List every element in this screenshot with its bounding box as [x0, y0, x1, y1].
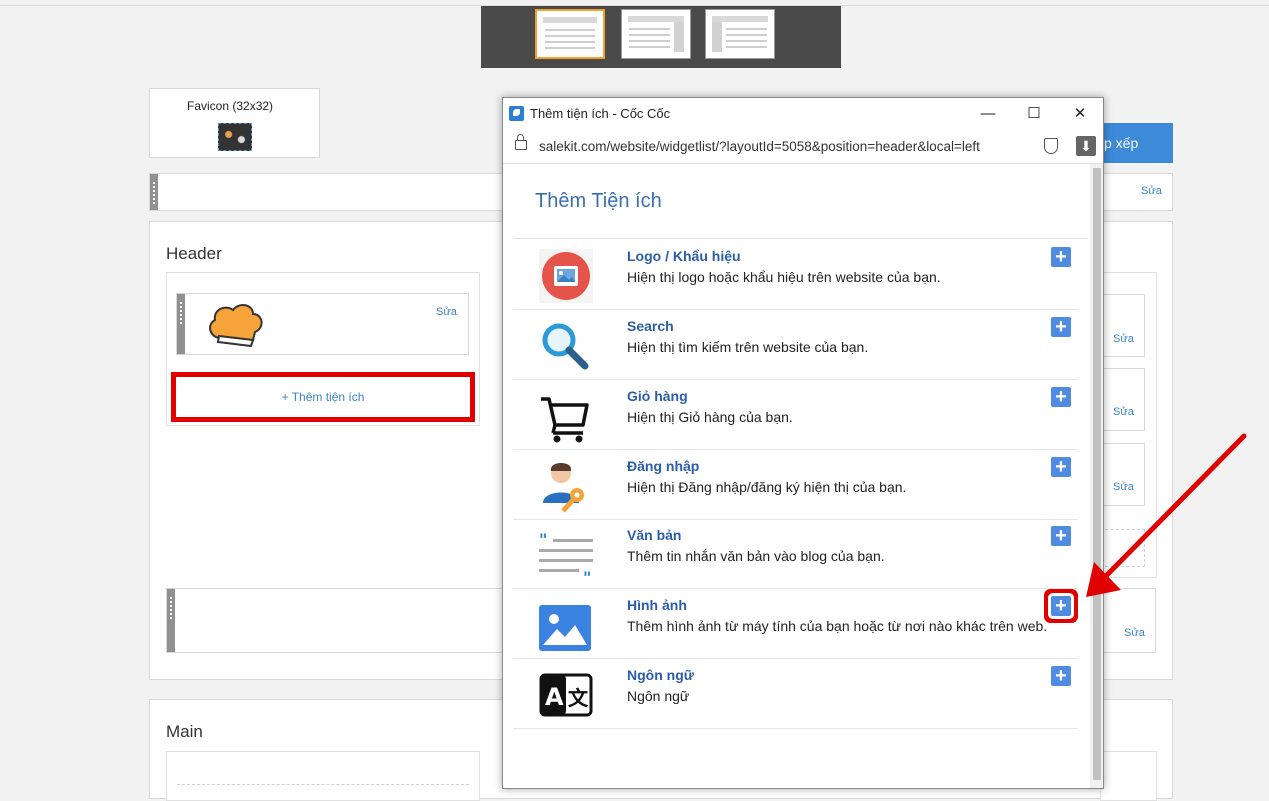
right-drop-zone[interactable] — [1100, 529, 1145, 567]
widget-description: Hiện thị tìm kiếm trên website của bạn. — [627, 339, 869, 355]
right-widget-3: Sửa — [1100, 443, 1145, 506]
favicon-image[interactable] — [218, 123, 252, 151]
edit-link[interactable]: Sửa — [1124, 627, 1145, 639]
layout-option-full[interactable] — [535, 9, 605, 59]
window-titlebar: Thêm tiện ích - Cốc Cốc — ☐ ✕ — [503, 98, 1103, 130]
popup-content: Thêm Tiện ích Logo / Khẩu hiệu Hiện thị … — [503, 164, 1090, 788]
drag-handle[interactable] — [167, 589, 175, 652]
widget-description: Thêm hình ảnh từ máy tính của bạn hoặc t… — [627, 618, 1048, 634]
lock-icon[interactable] — [515, 134, 527, 150]
widget-name[interactable]: Văn bản — [627, 527, 681, 543]
widget-name[interactable]: Search — [627, 318, 674, 334]
widget-description: Hiện thị Giỏ hàng của bạn. — [627, 409, 793, 425]
widget-row-logo: Logo / Khẩu hiệu Hiện thị logo hoặc khẩu… — [513, 240, 1078, 310]
main-left-column — [166, 751, 480, 801]
widget-description: Hiện thị Đăng nhập/đăng ký hiện thị của … — [627, 479, 907, 495]
minimize-button[interactable]: — — [965, 101, 1011, 127]
edit-link[interactable]: Sửa — [1113, 481, 1134, 493]
main-title: Main — [166, 722, 203, 741]
widget-name[interactable]: Ngôn ngữ — [627, 667, 694, 683]
add-language-button[interactable]: + — [1051, 666, 1071, 686]
edit-link[interactable]: Sửa — [436, 306, 457, 318]
favicon-title: Favicon (32x32) — [187, 99, 274, 113]
widget-description: Thêm tin nhắn văn bản vào blog của bạn. — [627, 548, 885, 564]
search-icon — [542, 323, 589, 370]
right-widget-2: Sửa — [1100, 368, 1145, 431]
text-icon: " " — [539, 530, 593, 583]
svg-text:文: 文 — [568, 686, 589, 710]
svg-text:": " — [583, 568, 591, 583]
widget-name[interactable]: Hình ảnh — [627, 597, 687, 613]
widget-name[interactable]: Giỏ hàng — [627, 388, 688, 404]
widget-row-search: Search Hiện thị tìm kiếm trên website củ… — [513, 310, 1078, 380]
language-icon: A 文 — [539, 673, 593, 717]
add-logo-button[interactable]: + — [1051, 247, 1071, 267]
main-right-column — [1100, 751, 1157, 801]
layout-option-right-sidebar[interactable] — [621, 9, 691, 59]
logo-widget: Sửa — [176, 293, 469, 355]
image-icon — [539, 605, 591, 651]
edit-link[interactable]: Sửa — [1141, 185, 1162, 197]
drag-handle[interactable] — [150, 174, 158, 210]
svg-text:": " — [539, 530, 547, 549]
cart-icon — [541, 397, 589, 443]
edit-link[interactable]: Sửa — [1113, 333, 1134, 345]
logo-icon — [539, 249, 593, 303]
widget-name[interactable]: Logo / Khẩu hiệu — [627, 248, 741, 264]
chef-hat-logo-icon — [209, 304, 263, 348]
download-icon[interactable]: ⬇ — [1076, 136, 1096, 156]
window-title: Thêm tiện ích - Cốc Cốc — [530, 106, 671, 121]
address-bar: salekit.com/website/widgetlist/?layoutId… — [503, 130, 1103, 164]
add-widget-label: + Thêm tiện ích — [281, 390, 365, 404]
header-title: Header — [166, 244, 222, 263]
widget-row-text: " " Văn bản Thêm tin nhắn văn bản vào bl… — [513, 519, 1078, 589]
right-widget-1: Sửa — [1100, 294, 1145, 357]
add-widget-button[interactable]: + Thêm tiện ích — [171, 372, 475, 422]
sort-button[interactable]: p xếp — [1100, 123, 1173, 163]
widget-row-language: A 文 Ngôn ngữ Ngôn ngữ + — [513, 659, 1078, 729]
add-search-button[interactable]: + — [1051, 317, 1071, 337]
add-cart-button[interactable]: + — [1051, 387, 1071, 407]
widget-name[interactable]: Đăng nhập — [627, 458, 699, 474]
add-text-button[interactable]: + — [1051, 526, 1071, 546]
url-text[interactable]: salekit.com/website/widgetlist/?layoutId… — [539, 139, 980, 154]
edit-link[interactable]: Sửa — [1113, 406, 1134, 418]
coccoc-browser-icon — [509, 106, 524, 121]
svg-text:A: A — [545, 683, 564, 711]
layout-option-left-sidebar[interactable] — [705, 9, 775, 59]
widget-description: Ngôn ngữ — [627, 688, 690, 704]
widget-row-login: Đăng nhập Hiện thị Đăng nhập/đăng ký hiệ… — [513, 450, 1078, 520]
widget-row-image: Hình ảnh Thêm hình ảnh từ máy tính của b… — [513, 589, 1078, 659]
popup-heading: Thêm Tiện ích — [535, 190, 662, 212]
add-image-button[interactable]: + — [1051, 596, 1071, 616]
login-icon — [543, 463, 584, 513]
scrollbar-thumb[interactable] — [1093, 168, 1101, 780]
favicon-card: Favicon (32x32) — [149, 88, 320, 158]
shield-icon[interactable] — [1044, 138, 1058, 154]
add-login-button[interactable]: + — [1051, 457, 1071, 477]
widget-description: Hiện thị logo hoặc khẩu hiệu trên websit… — [627, 269, 941, 285]
widget-row-cart: Giỏ hàng Hiện thị Giỏ hàng của bạn. + — [513, 380, 1078, 450]
maximize-button[interactable]: ☐ — [1011, 101, 1057, 127]
layout-picker — [481, 6, 841, 68]
add-widget-popup-window: Thêm tiện ích - Cốc Cốc — ☐ ✕ salekit.co… — [502, 97, 1104, 789]
drag-handle[interactable] — [177, 294, 185, 354]
heading-divider — [513, 238, 1088, 239]
close-button[interactable]: ✕ — [1057, 101, 1103, 127]
